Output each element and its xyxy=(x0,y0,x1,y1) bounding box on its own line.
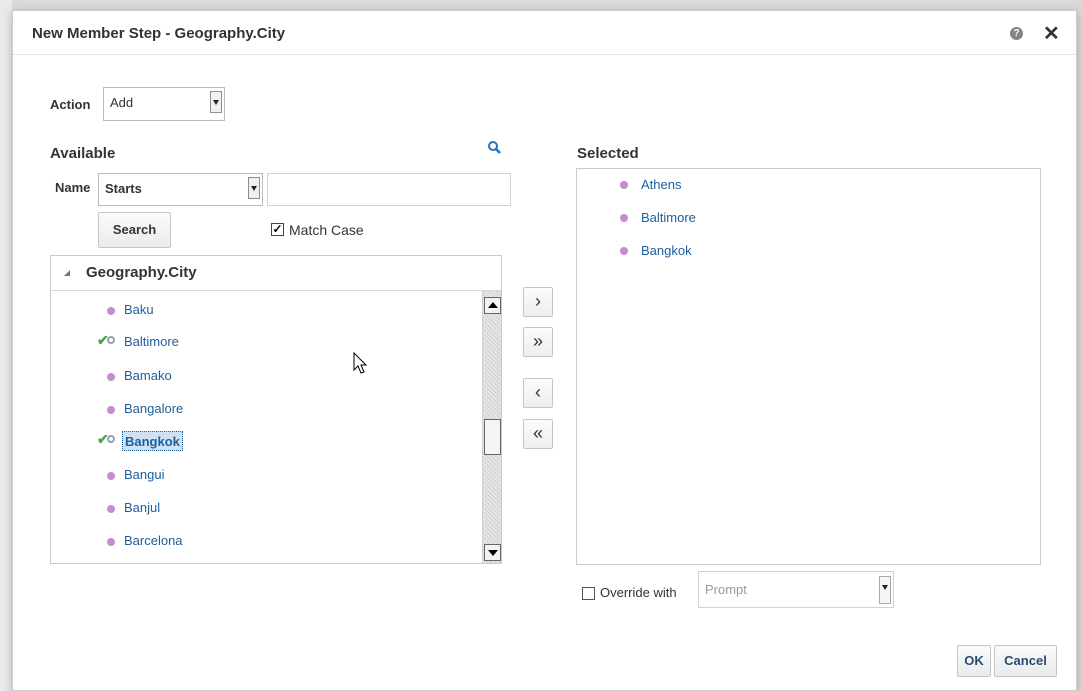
remove-all-button[interactable]: « xyxy=(523,419,553,449)
list-item[interactable]: Bangalore xyxy=(124,399,183,419)
move-all-button[interactable]: » xyxy=(523,327,553,357)
override-select[interactable]: Prompt xyxy=(698,571,894,608)
override-checkbox[interactable] xyxy=(582,587,595,600)
ok-button[interactable]: OK xyxy=(957,645,991,677)
member-dot-icon xyxy=(620,247,628,255)
action-select[interactable]: Add xyxy=(103,87,225,121)
dialog-title: New Member Step - Geography.City xyxy=(32,25,286,42)
list-item[interactable]: Banjul xyxy=(124,498,160,518)
action-select-value: Add xyxy=(110,95,134,110)
match-case-label: Match Case xyxy=(289,222,364,238)
dialog-titlebar: New Member Step - Geography.City ? ✕ xyxy=(13,11,1076,55)
help-icon[interactable]: ? xyxy=(1010,27,1023,40)
list-item-highlighted[interactable]: Bangkok xyxy=(122,431,183,451)
member-dot-icon xyxy=(620,214,628,222)
scroll-up-icon[interactable] xyxy=(484,297,501,314)
chevron-down-icon[interactable] xyxy=(879,576,891,604)
chevron-down-icon[interactable] xyxy=(210,91,222,113)
list-item[interactable]: Bamako xyxy=(124,366,172,386)
available-tree-panel: Geography.City Baku ✔ Baltimore Bamako B… xyxy=(50,255,502,564)
collapse-triangle-icon[interactable] xyxy=(64,270,70,276)
mouse-cursor-icon xyxy=(353,352,368,374)
list-item[interactable]: Baku xyxy=(124,300,154,320)
list-item[interactable]: Bangui xyxy=(124,465,164,485)
member-dot-icon xyxy=(107,538,115,546)
action-label: Action xyxy=(50,97,91,112)
name-operator-select[interactable]: Starts xyxy=(98,173,263,206)
member-dot-icon xyxy=(107,406,115,414)
cancel-button[interactable]: Cancel xyxy=(994,645,1057,677)
selected-ring-icon xyxy=(107,336,115,344)
tree-header[interactable]: Geography.City xyxy=(51,256,501,291)
search-button[interactable]: Search xyxy=(98,212,171,248)
list-item[interactable]: Baltimore xyxy=(124,332,179,352)
member-dot-icon xyxy=(107,373,115,381)
selected-ring-icon xyxy=(107,435,115,443)
available-heading: Available xyxy=(50,145,116,162)
close-icon[interactable]: ✕ xyxy=(1043,21,1060,46)
selected-list-panel: Athens Baltimore Bangkok xyxy=(576,168,1041,565)
new-member-step-dialog: New Member Step - Geography.City ? ✕ Act… xyxy=(12,10,1077,691)
name-operator-value: Starts xyxy=(105,181,142,196)
selected-list-item[interactable]: Athens xyxy=(641,175,681,195)
selected-list-item[interactable]: Bangkok xyxy=(641,241,692,261)
remove-selected-button[interactable]: ‹ xyxy=(523,378,553,408)
background-left xyxy=(0,0,12,691)
chevron-down-icon[interactable] xyxy=(248,177,260,199)
list-item[interactable]: Barcelona xyxy=(124,531,183,551)
member-dot-icon xyxy=(107,505,115,513)
scroll-down-icon[interactable] xyxy=(484,544,501,561)
member-dot-icon xyxy=(107,307,115,315)
member-dot-icon xyxy=(620,181,628,189)
magnifier-icon[interactable] xyxy=(487,140,503,156)
override-label: Override with xyxy=(600,585,677,600)
scroll-thumb[interactable] xyxy=(484,419,501,455)
selected-heading: Selected xyxy=(577,145,639,162)
member-dot-icon xyxy=(107,472,115,480)
move-selected-button[interactable]: › xyxy=(523,287,553,317)
name-search-input[interactable] xyxy=(267,173,511,206)
override-select-value: Prompt xyxy=(705,582,747,597)
selected-list-item[interactable]: Baltimore xyxy=(641,208,696,228)
name-label: Name xyxy=(55,180,91,195)
tree-scrollbar[interactable] xyxy=(482,291,501,563)
match-case-checkbox[interactable]: ✓ xyxy=(271,223,284,236)
tree-title: Geography.City xyxy=(86,264,197,281)
